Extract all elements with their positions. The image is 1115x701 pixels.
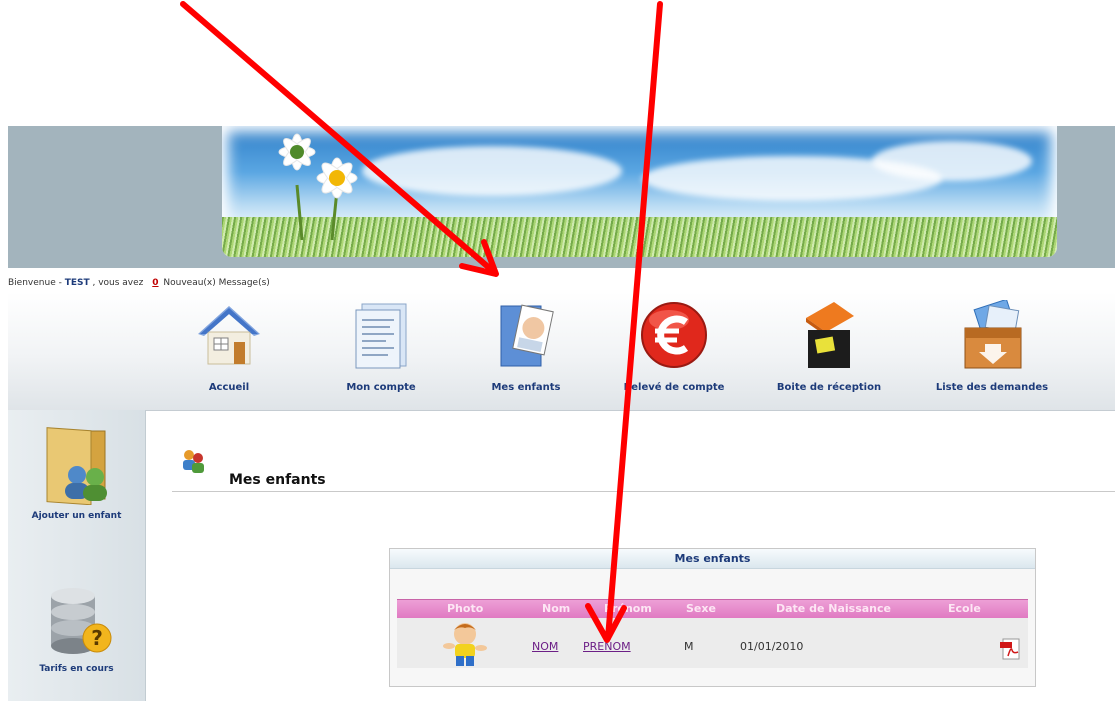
annotation-arrows — [180, 1, 663, 643]
